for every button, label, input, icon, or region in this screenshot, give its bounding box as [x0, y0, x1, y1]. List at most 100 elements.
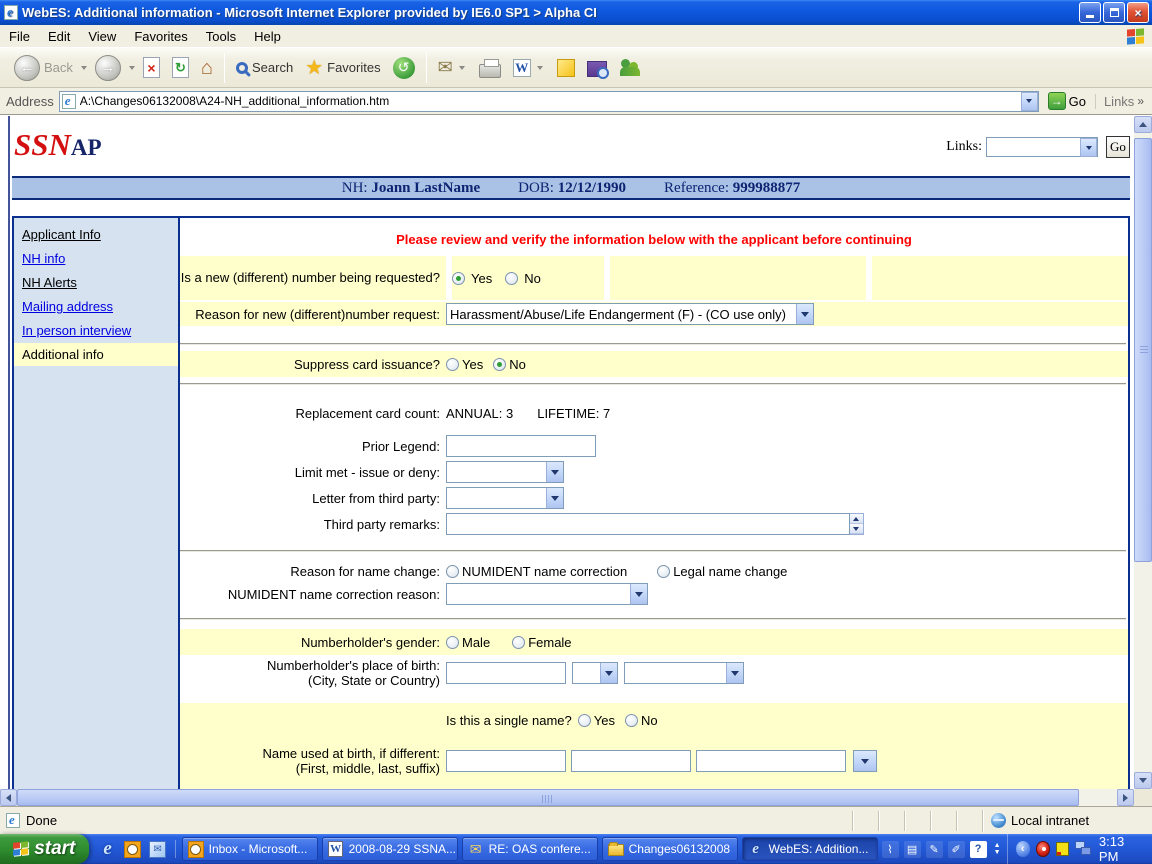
tray-red-app-icon[interactable]: [1036, 841, 1050, 857]
quicklaunch-outlook-icon[interactable]: [124, 840, 142, 858]
new-number-yes-radio[interactable]: [452, 272, 465, 285]
menu-favorites[interactable]: Favorites: [125, 26, 196, 47]
gender-male-radio[interactable]: [446, 636, 459, 649]
suppress-yes-radio[interactable]: [446, 358, 459, 371]
taskbar: start e ✉ Inbox - Microsoft... W 2008-08…: [0, 834, 1152, 864]
horizontal-scrollbar[interactable]: [0, 789, 1134, 806]
annual-count: ANNUAL: 3: [446, 406, 513, 421]
horizontal-scroll-thumb[interactable]: [17, 789, 1079, 806]
messenger-button[interactable]: [613, 56, 647, 80]
menu-edit[interactable]: Edit: [39, 26, 79, 47]
microphone-icon[interactable]: ⌇: [882, 841, 899, 858]
place-of-birth-city-input[interactable]: [446, 662, 566, 684]
language-bar-collapse-icons[interactable]: ▲▼: [992, 842, 1003, 856]
nh-reference: Reference: 999988877: [664, 180, 800, 197]
sidebar-item-nh-alerts[interactable]: NH Alerts: [14, 271, 178, 294]
single-name-yes-radio[interactable]: [578, 714, 591, 727]
page-links-select[interactable]: [986, 137, 1098, 157]
menu-file[interactable]: File: [0, 26, 39, 47]
numident-correction-radio[interactable]: [446, 565, 459, 578]
address-input[interactable]: A:\Changes06132008\A24-NH_additional_inf…: [59, 91, 1039, 112]
task-inbox[interactable]: Inbox - Microsoft...: [182, 837, 318, 861]
links-toolbar[interactable]: Links »: [1095, 94, 1150, 109]
edit-with-word-button[interactable]: W: [507, 57, 551, 79]
sidebar-item-additional-info: Additional info: [14, 343, 178, 366]
menu-help[interactable]: Help: [245, 26, 290, 47]
stop-button[interactable]: ×: [137, 55, 166, 80]
intranet-zone-icon: [991, 813, 1006, 828]
hide-icons-chevron-icon[interactable]: ‹: [1016, 841, 1030, 857]
back-dropdown-icon[interactable]: [81, 66, 87, 70]
birth-middle-name-input[interactable]: [571, 750, 691, 772]
ink-pen-icon[interactable]: ✐: [948, 841, 965, 858]
legal-name-change-radio[interactable]: [657, 565, 670, 578]
status-page-icon: [6, 813, 20, 828]
task-word-doc[interactable]: W 2008-08-29 SSNA...: [322, 837, 458, 861]
scroll-left-icon[interactable]: [0, 789, 17, 806]
forward-button[interactable]: →: [89, 53, 127, 83]
sidebar-item-mailing-address[interactable]: Mailing address: [14, 295, 178, 318]
quicklaunch-ie-icon[interactable]: e: [99, 840, 117, 858]
quicklaunch-outlook-express-icon[interactable]: ✉: [149, 840, 167, 858]
reason-new-number-select[interactable]: Harassment/Abuse/Life Endangerment (F) -…: [446, 303, 814, 325]
numident-reason-select[interactable]: [446, 583, 648, 605]
place-of-birth-state-select[interactable]: [572, 662, 618, 684]
scroll-up-icon[interactable]: [1134, 116, 1152, 133]
speech-tools-icon[interactable]: ▤: [904, 841, 921, 858]
birth-first-name-input[interactable]: [446, 750, 566, 772]
network-icon[interactable]: [1075, 841, 1091, 857]
new-number-row: Is a new (different) number being reques…: [180, 256, 1128, 300]
section-separator: [180, 383, 1126, 385]
home-button[interactable]: ⌂: [195, 56, 219, 80]
search-button[interactable]: Search: [230, 58, 299, 77]
address-dropdown-icon[interactable]: [1021, 92, 1038, 111]
refresh-button[interactable]: ↻: [166, 55, 195, 80]
mail-icon: ✉: [438, 57, 453, 78]
sidebar-item-in-person-interview[interactable]: In person interview: [14, 319, 178, 342]
tray-notes-icon[interactable]: [1056, 842, 1069, 856]
mail-button[interactable]: ✉: [432, 55, 473, 80]
single-name-no-radio[interactable]: [625, 714, 638, 727]
gender-female-radio[interactable]: [512, 636, 525, 649]
birth-last-name-input[interactable]: [696, 750, 846, 772]
go-arrow-icon: →: [1048, 92, 1066, 110]
help-icon[interactable]: ?: [970, 841, 987, 858]
prior-legend-input[interactable]: [446, 435, 596, 457]
place-of-birth-country-select[interactable]: [624, 662, 744, 684]
restore-button[interactable]: [1103, 2, 1125, 23]
page-go-button[interactable]: Go: [1106, 136, 1130, 158]
menu-tools[interactable]: Tools: [197, 26, 245, 47]
favorites-button[interactable]: ★ Favorites: [299, 57, 386, 79]
minimize-button[interactable]: [1079, 2, 1101, 23]
task-folder[interactable]: Changes06132008: [602, 837, 738, 861]
task-email[interactable]: ✉ RE: OAS confere...: [462, 837, 598, 861]
close-button[interactable]: ×: [1127, 2, 1149, 23]
research-button[interactable]: [581, 56, 613, 79]
vertical-scrollbar[interactable]: [1134, 116, 1152, 789]
task-webes-active[interactable]: e WebES: Addition...: [742, 837, 878, 861]
scroll-down-icon[interactable]: [1134, 772, 1152, 789]
print-button[interactable]: [473, 56, 507, 80]
menu-view[interactable]: View: [79, 26, 125, 47]
scroll-right-icon[interactable]: [1117, 789, 1134, 806]
birth-suffix-select[interactable]: [853, 750, 877, 772]
third-party-remarks-input[interactable]: [446, 513, 850, 535]
back-button[interactable]: ← Back: [8, 53, 79, 83]
go-button[interactable]: → Go: [1044, 92, 1090, 110]
birth-name-row: Name used at birth, if different: (First…: [180, 746, 1128, 776]
vertical-scroll-thumb[interactable]: [1134, 138, 1152, 562]
letter-third-party-select[interactable]: [446, 487, 564, 509]
handwriting-icon[interactable]: ✎: [926, 841, 943, 858]
status-cell: [930, 811, 956, 831]
forward-dropdown-icon[interactable]: [129, 66, 135, 70]
suppress-no-radio[interactable]: [493, 358, 506, 371]
document: SSNAP Links: Go NH: Joann LastName DOB: …: [0, 116, 1134, 789]
limit-met-select[interactable]: [446, 461, 564, 483]
start-button[interactable]: start: [0, 834, 89, 864]
history-button[interactable]: ↺: [387, 55, 421, 81]
new-number-no-radio[interactable]: [505, 272, 518, 285]
notes-button[interactable]: [551, 57, 581, 79]
remarks-scrollbar[interactable]: [850, 513, 864, 535]
sidebar-item-nh-info[interactable]: NH info: [14, 247, 178, 270]
sidebar-item-applicant-info[interactable]: Applicant Info: [14, 223, 178, 246]
